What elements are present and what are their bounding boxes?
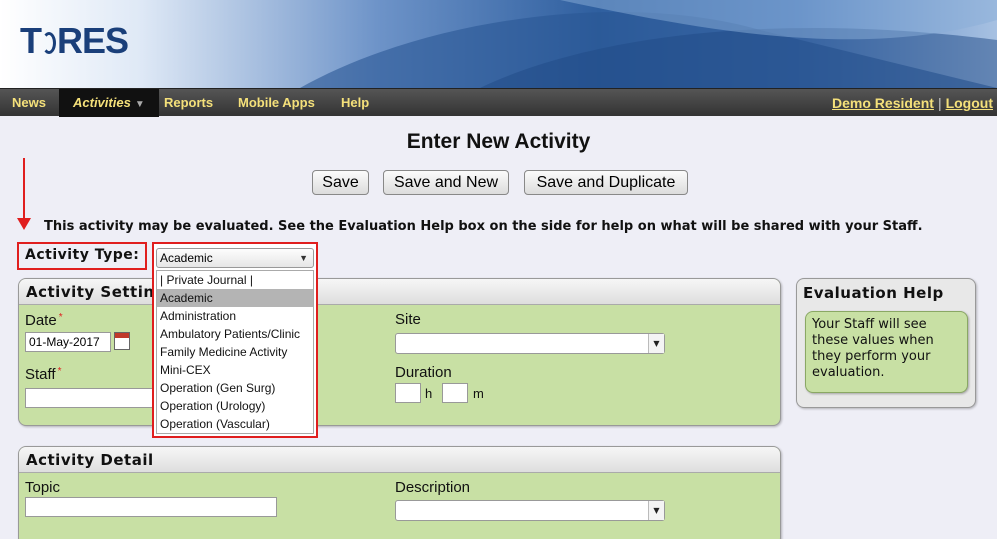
- staff-label: Staff *: [25, 366, 62, 383]
- option-ambulatory[interactable]: Ambulatory Patients/Clinic: [157, 325, 313, 343]
- activity-type-select[interactable]: Academic ▼: [156, 248, 314, 268]
- option-operation-vascular[interactable]: Operation (Vascular): [157, 415, 313, 433]
- site-label: Site: [395, 311, 421, 328]
- option-operation-gen-surg[interactable]: Operation (Gen Surg): [157, 379, 313, 397]
- chevron-down-icon: ▼: [648, 334, 664, 353]
- banner-swoosh: [300, 0, 997, 88]
- duration-label: Duration: [395, 364, 452, 381]
- option-mini-cex[interactable]: Mini-CEX: [157, 361, 313, 379]
- option-private-journal[interactable]: | Private Journal |: [157, 271, 313, 289]
- activity-type-options: | Private Journal | Academic Administrat…: [156, 270, 314, 434]
- activity-type-label: Activity Type:: [25, 247, 140, 263]
- evaluation-help-panel: Evaluation Help Your Staff will see thes…: [796, 278, 976, 408]
- nav-help[interactable]: Help: [341, 89, 369, 117]
- calendar-icon[interactable]: [114, 332, 130, 350]
- activity-setting-title: Activity Setting: [19, 279, 780, 305]
- option-academic[interactable]: Academic: [157, 289, 313, 307]
- chevron-down-icon: ▼: [134, 99, 145, 110]
- duration-minutes-input[interactable]: [442, 383, 468, 403]
- evaluation-help-body: Your Staff will see these values when th…: [805, 311, 968, 393]
- minutes-unit: m: [473, 386, 484, 401]
- activity-detail-title: Activity Detail: [19, 447, 780, 473]
- logo[interactable]: T RES: [20, 20, 129, 62]
- date-input[interactable]: 01-May-2017: [25, 332, 111, 352]
- save-button[interactable]: Save: [312, 170, 369, 195]
- user-name-link[interactable]: Demo Resident: [832, 95, 934, 111]
- duration-hours-input[interactable]: [395, 383, 421, 403]
- nav-mobile-apps[interactable]: Mobile Apps: [238, 89, 315, 117]
- nav-bar: News Activities ▼ Reports Mobile Apps Hel…: [0, 88, 997, 117]
- chevron-down-icon: ▼: [299, 253, 308, 263]
- logout-link[interactable]: Logout: [946, 95, 993, 111]
- required-marker: *: [58, 312, 63, 323]
- nav-activities[interactable]: Activities ▼: [59, 89, 159, 117]
- option-operation-urology[interactable]: Operation (Urology): [157, 397, 313, 415]
- description-select[interactable]: ▼: [395, 500, 665, 521]
- topic-label: Topic: [25, 479, 61, 496]
- date-label: Date *: [25, 312, 63, 329]
- evaluation-notice: This activity may be evaluated. See the …: [44, 219, 923, 234]
- header-banner: T RES: [0, 0, 997, 88]
- topic-input[interactable]: [25, 497, 277, 517]
- staff-input[interactable]: [25, 388, 155, 408]
- option-family-medicine[interactable]: Family Medicine Activity: [157, 343, 313, 361]
- nav-separator: |: [937, 95, 942, 111]
- nav-news[interactable]: News: [12, 89, 46, 117]
- evaluation-help-title: Evaluation Help: [803, 284, 944, 302]
- user-links: Demo Resident | Logout: [832, 89, 993, 117]
- hours-unit: h: [425, 386, 433, 401]
- option-administration[interactable]: Administration: [157, 307, 313, 325]
- save-and-duplicate-button[interactable]: Save and Duplicate: [524, 170, 688, 195]
- annotation-arrow-icon: [17, 158, 31, 230]
- required-marker: *: [57, 366, 62, 377]
- chevron-down-icon: ▼: [648, 501, 664, 520]
- description-label: Description: [395, 479, 471, 496]
- page-title: Enter New Activity: [406, 130, 591, 153]
- nav-reports[interactable]: Reports: [164, 89, 213, 117]
- site-select[interactable]: ▼: [395, 333, 665, 354]
- save-and-new-button[interactable]: Save and New: [383, 170, 509, 195]
